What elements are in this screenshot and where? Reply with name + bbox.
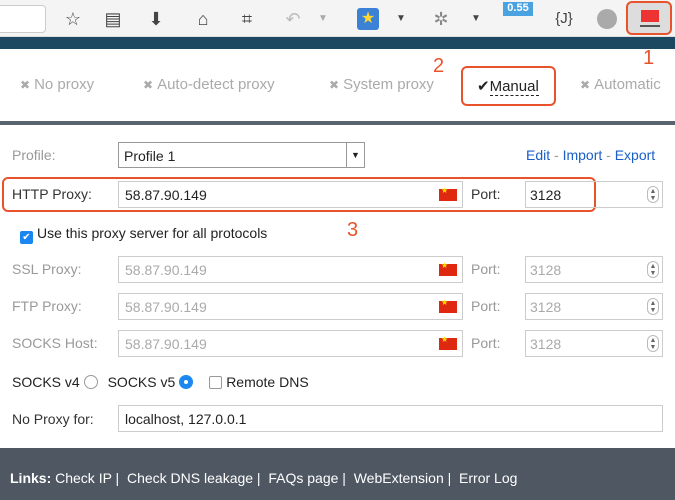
import-link[interactable]: Import [563,147,603,163]
socks-version-row: SOCKS v4 SOCKS v5 Remote DNS [12,374,309,390]
reading-list-icon[interactable]: ▤ [100,6,126,32]
no-proxy-input[interactable]: localhost, 127.0.0.1 [118,405,663,432]
ftp-port-label: Port: [471,298,501,314]
annotation-1: 1 [643,47,655,69]
profile-label: Profile: [12,147,56,163]
check-dns-link[interactable]: Check DNS leakage [127,470,253,486]
tab-automatic[interactable]: ✖ Automatic [580,76,661,93]
stepper-icon[interactable]: ▲ ▼ [647,261,659,278]
export-link[interactable]: Export [615,147,655,163]
ftp-proxy-input[interactable]: 58.87.90.149 [118,293,463,320]
socks-v4-radio[interactable] [83,375,98,389]
ftp-port-input[interactable]: 3128 ▲ ▼ [525,293,663,320]
ftp-proxy-label: FTP Proxy: [12,298,82,314]
china-flag-icon [439,335,457,350]
socks-host-label: SOCKS Host: [12,335,98,351]
tab-manual[interactable]: ✔Manual [461,66,556,106]
annotation-2: 2 [433,55,445,77]
star-icon[interactable]: ☆ [60,6,86,32]
webextension-link[interactable]: WebExtension [354,470,444,486]
home-icon[interactable]: ⌂ [190,6,216,32]
footer-links: Links: Check IP | Check DNS leakage | FA… [0,448,675,500]
bookmark-star-icon[interactable]: ★ [357,8,379,30]
china-flag-icon [439,186,457,201]
bug-icon[interactable]: ✲ [428,6,454,32]
profile-actions: Edit - Import - Export [526,147,656,163]
no-proxy-label: No Proxy for: [12,411,94,427]
stepper-icon[interactable]: ▲ ▼ [647,298,659,315]
chevron-down-icon[interactable]: ▼ [315,6,331,32]
annotation-3: 3 [347,219,359,241]
tab-auto-detect[interactable]: ✖ Auto-detect proxy [143,76,275,93]
badge-extension-icon[interactable]: 0.55 [503,2,533,16]
json-icon[interactable]: {J} [549,6,579,32]
socks-v5-radio[interactable] [179,375,194,389]
china-flag-icon [439,298,457,313]
ssl-proxy-input[interactable]: 58.87.90.149 [118,256,463,283]
url-bar[interactable] [0,5,46,33]
chevron-down-icon: ▼ [346,143,364,167]
profile-select[interactable]: Profile 1 ▼ [118,142,365,168]
remote-dns-checkbox[interactable] [209,376,223,389]
crop-icon[interactable]: ⌗ [234,6,260,32]
chevron-down-icon[interactable]: ▼ [393,6,409,32]
stepper-icon[interactable]: ▲ ▼ [647,335,659,352]
http-port-label: Port: [471,186,501,202]
http-proxy-input[interactable]: 58.87.90.149 [118,181,463,208]
undo-icon[interactable]: ↶ [280,6,306,32]
checkbox-icon: ✔ [20,231,33,244]
ssl-port-label: Port: [471,261,501,277]
socks-host-input[interactable]: 58.87.90.149 [118,330,463,357]
download-icon[interactable]: ⬇ [143,6,169,32]
browser-toolbar: ☆ ▤ ⬇ ⌂ ⌗ ↶ ▼ ★ ▼ ✲ ▼ 0.55 {J} [0,0,675,37]
socks-port-label: Port: [471,335,501,351]
globe-icon[interactable] [597,9,617,29]
chevron-down-icon[interactable]: ▼ [468,6,484,32]
edit-link[interactable]: Edit [526,147,550,163]
socks-port-input[interactable]: 3128 ▲ ▼ [525,330,663,357]
ssl-proxy-label: SSL Proxy: [12,261,82,277]
check-ip-link[interactable]: Check IP [55,470,112,486]
china-flag-icon [439,261,457,276]
faqs-link[interactable]: FAQs page [268,470,338,486]
tab-no-proxy[interactable]: ✖ No proxy [20,76,94,93]
error-log-link[interactable]: Error Log [459,470,517,486]
http-port-input[interactable]: 3128 ▲ ▼ [525,181,663,208]
http-proxy-label: HTTP Proxy: [12,186,92,202]
header-strip [0,37,675,49]
ssl-port-input[interactable]: 3128 ▲ ▼ [525,256,663,283]
proxy-monitor-icon[interactable] [626,1,672,35]
tab-system-proxy[interactable]: ✖ System proxy [329,76,434,93]
all-protocols-checkbox[interactable]: ✔ Use this proxy server for all protocols [20,225,267,244]
divider [0,121,675,125]
stepper-icon[interactable]: ▲ ▼ [647,186,659,203]
